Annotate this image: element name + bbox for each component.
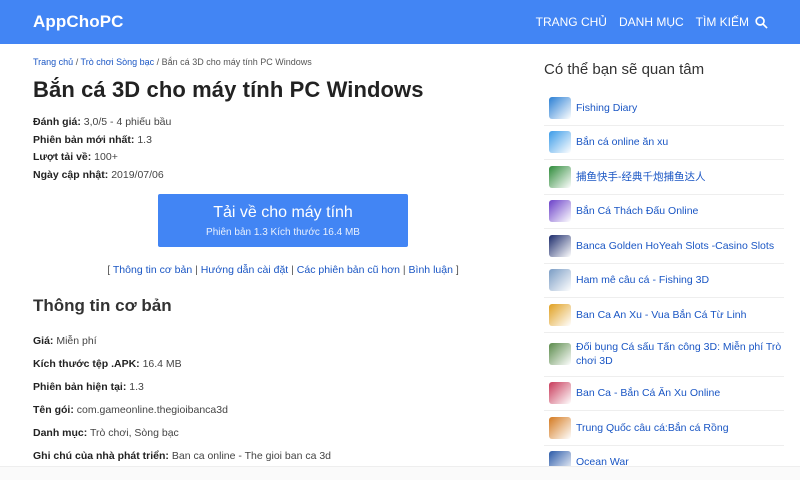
price-label: Giá:	[33, 335, 54, 347]
app-thumbnail-icon	[549, 131, 571, 154]
size-value: 16.4 MB	[142, 358, 182, 370]
quick-links: [ Thông tin cơ bản | Hướng dẫn cài đặt |…	[107, 264, 459, 276]
version-value: 1.3	[137, 133, 152, 146]
price-value: Miễn phí	[56, 335, 97, 347]
main-nav: TRANG CHỦ DANH MỤC TÌM KIẾM	[524, 15, 768, 29]
related-app-item[interactable]: Fishing Diary	[544, 91, 784, 126]
related-apps-list: Fishing Diary Bắn cá online ăn xu 捕鱼快手-经典千…	[544, 91, 784, 480]
app-thumbnail-icon	[549, 165, 571, 188]
download-pc-button[interactable]: Tải về cho máy tính Phiên bản 1.3 Kích t…	[158, 194, 408, 247]
related-app-label[interactable]: Bắn cá online ăn xu	[576, 135, 668, 149]
nav-categories[interactable]: DANH MỤC	[619, 15, 684, 29]
related-app-label[interactable]: Banca Golden HoYeah Slots -Casino Slots	[576, 239, 774, 253]
download-button-label: Tải về cho máy tính	[213, 204, 353, 221]
link-basic-info[interactable]: Thông tin cơ bản	[113, 264, 192, 276]
app-thumbnail-icon	[549, 303, 571, 326]
downloads-value: 100+	[94, 151, 118, 163]
related-app-item[interactable]: Bắn Cá Thách Đấu Online	[544, 195, 784, 229]
developer-note-value: Ban ca online - The gioi ban ca 3d	[171, 450, 332, 462]
app-thumbnail-icon	[549, 382, 571, 405]
related-app-label[interactable]: Trung Quốc câu cá:Bắn cá Rồng	[576, 421, 729, 435]
breadcrumb-home[interactable]: Trang chủ	[33, 57, 73, 67]
related-app-item[interactable]: Ban Ca An Xu - Vua Bắn Cá Từ Linh	[544, 298, 784, 333]
app-thumbnail-icon	[549, 269, 571, 292]
related-app-label[interactable]: Bắn Cá Thách Đấu Online	[576, 204, 698, 218]
package-value: com.gameonline.thegioibanca3d	[76, 404, 228, 416]
section-title-basic-info: Thông tin cơ bản	[33, 296, 172, 315]
related-app-label[interactable]: Đối bụng Cá sấu Tấn công 3D: Miễn phí Tr…	[576, 340, 784, 368]
rating-label: Đánh giá:	[33, 116, 81, 128]
breadcrumb: Trang chủ / Trò chơi Sòng bạc / Bắn cá 3…	[33, 57, 312, 67]
current-version-value: 1.3	[129, 381, 144, 393]
page-title: Bắn cá 3D cho máy tính PC Windows	[33, 77, 424, 102]
related-apps-sidebar: Có thể bạn sẽ quan tâm Fishing Diary Bắn …	[544, 44, 784, 480]
category-label: Danh mục:	[33, 427, 88, 439]
current-version-label: Phiên bản hiện tại:	[33, 381, 127, 393]
app-thumbnail-icon	[549, 416, 571, 439]
related-app-item[interactable]: Ban Ca - Bắn Cá Ăn Xu Online	[544, 377, 784, 411]
link-install-guide[interactable]: Hướng dẫn cài đặt	[201, 264, 288, 276]
app-meta: Đánh giá: 3,0/5 - 4 phiếu bầu Phiên bản …	[33, 114, 493, 184]
updated-value: 2019/07/06	[111, 168, 164, 181]
search-icon[interactable]	[755, 15, 768, 29]
related-app-item[interactable]: 捕鱼快手-经典千炮捕鱼达人	[544, 160, 784, 195]
page-footer-edge	[0, 466, 800, 480]
link-old-versions[interactable]: Các phiên bản cũ hơn	[297, 264, 400, 276]
breadcrumb-category[interactable]: Trò chơi Sòng bạc	[81, 57, 155, 67]
link-comments[interactable]: Bình luận	[409, 264, 453, 276]
rating-value: 3,0/5 - 4 phiếu bầu	[83, 116, 172, 128]
related-app-item[interactable]: Trung Quốc câu cá:Bắn cá Rồng	[544, 411, 784, 446]
app-thumbnail-icon	[549, 343, 571, 365]
related-app-label[interactable]: Ban Ca An Xu - Vua Bắn Cá Từ Linh	[576, 308, 746, 322]
version-label: Phiên bản mới nhất:	[33, 133, 135, 146]
app-thumbnail-icon	[549, 234, 571, 257]
breadcrumb-current: Bắn cá 3D cho máy tính PC Windows	[161, 57, 312, 67]
related-app-label[interactable]: 捕鱼快手-经典千炮捕鱼达人	[576, 170, 706, 184]
main-content: Trang chủ / Trò chơi Sòng bạc / Bắn cá 3…	[33, 44, 493, 462]
related-app-label[interactable]: Fishing Diary	[576, 101, 637, 115]
related-app-label[interactable]: Ban Ca - Bắn Cá Ăn Xu Online	[576, 386, 720, 400]
developer-note-label: Ghi chú của nhà phát triển:	[33, 450, 169, 462]
site-logo[interactable]: AppChoPC	[33, 12, 124, 32]
nav-home[interactable]: TRANG CHỦ	[536, 15, 607, 29]
basic-info-list: Giá: Miễn phí Kích thước tệp .APK: 16.4 …	[33, 330, 331, 468]
size-label: Kích thước tệp .APK:	[33, 358, 140, 370]
related-app-item[interactable]: Banca Golden HoYeah Slots -Casino Slots	[544, 229, 784, 264]
category-value: Trò chơi, Sòng bạc	[90, 427, 179, 439]
download-button-sublabel: Phiên bản 1.3 Kích thước 16.4 MB	[206, 227, 360, 238]
related-app-item[interactable]: Ham mê câu cá - Fishing 3D	[544, 264, 784, 298]
app-thumbnail-icon	[549, 96, 571, 119]
related-app-label[interactable]: Ham mê câu cá - Fishing 3D	[576, 273, 709, 287]
related-app-item[interactable]: Đối bụng Cá sấu Tấn công 3D: Miễn phí Tr…	[544, 333, 784, 377]
top-navbar: AppChoPC TRANG CHỦ DANH MỤC TÌM KIẾM	[0, 0, 800, 44]
package-label: Tên gói:	[33, 404, 74, 416]
sidebar-title: Có thể bạn sẽ quan tâm	[544, 61, 705, 78]
related-app-item[interactable]: Bắn cá online ăn xu	[544, 126, 784, 160]
downloads-label: Lượt tải về:	[33, 151, 92, 163]
updated-label: Ngày cập nhật:	[33, 168, 109, 181]
app-thumbnail-icon	[549, 200, 571, 223]
nav-search[interactable]: TÌM KIẾM	[696, 15, 749, 29]
